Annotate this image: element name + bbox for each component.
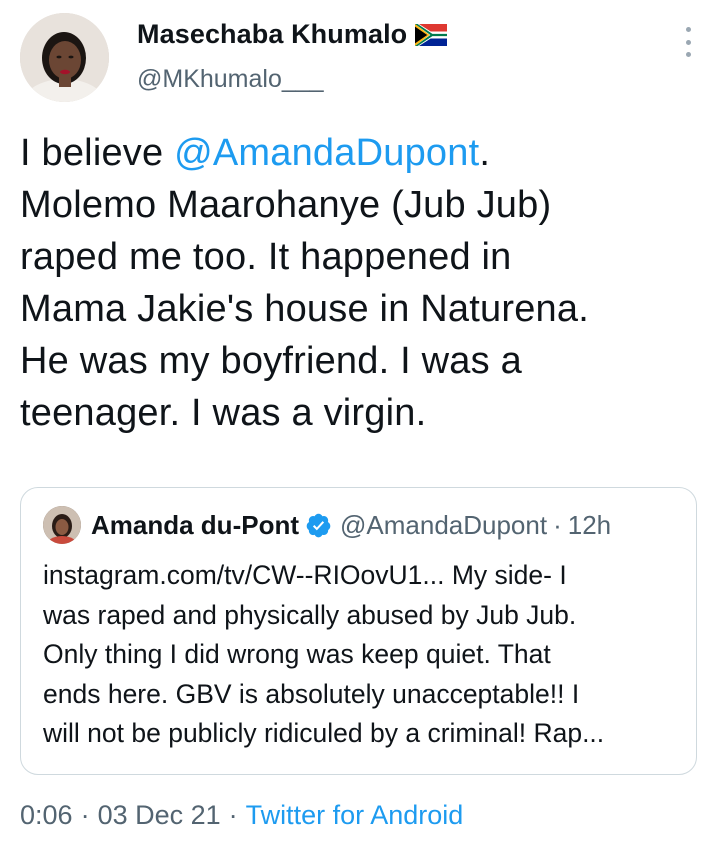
author-avatar[interactable] [20,13,109,102]
tweet-text-rest: . Molemo Maarohanye (Jub Jub) raped me t… [20,132,589,434]
quoted-author-handle[interactable]: @AmandaDupont [340,510,547,541]
tweet-source-link[interactable]: Twitter for Android [246,800,464,830]
meta-separator: · [80,800,90,830]
author-display-name[interactable]: Masechaba Khumalo [137,19,407,50]
author-handle[interactable]: @MKhumalo___ [137,65,324,94]
quoted-tweet-text: instagram.com/tv/CW--RIOovU1... My side-… [43,560,605,748]
author-avatar-image [20,13,109,102]
quoted-tweet-header: Amanda du-Pont @AmandaDupont · 12h [43,506,611,544]
tweet-time[interactable]: 0:06 [20,800,73,830]
quoted-author-name[interactable]: Amanda du-Pont [91,510,299,541]
quoted-author-avatar[interactable] [43,506,81,544]
author-name-row: Masechaba Khumalo [137,19,448,50]
more-options-icon[interactable] [680,27,696,57]
tweet-text: I believe @AmandaDupont. Molemo Maarohan… [20,127,700,439]
tweet-date[interactable]: 03 Dec 21 [98,800,221,830]
tweet-header: Masechaba Khumalo @MKhumalo___ [20,13,700,103]
south-africa-flag-icon [415,23,448,46]
tweet-text-start: I believe [20,132,175,174]
quoted-separator: · [553,509,562,540]
quoted-tweet-card[interactable]: Amanda du-Pont @AmandaDupont · 12h insta… [20,487,697,775]
meta-separator: · [228,800,238,830]
verified-badge-icon [305,512,332,539]
quoted-timestamp[interactable]: 12h [568,510,611,541]
tweet-metadata: 0:06 · 03 Dec 21 · Twitter for Android [20,800,463,831]
tweet-mention-link[interactable]: @AmandaDupont [174,132,479,174]
